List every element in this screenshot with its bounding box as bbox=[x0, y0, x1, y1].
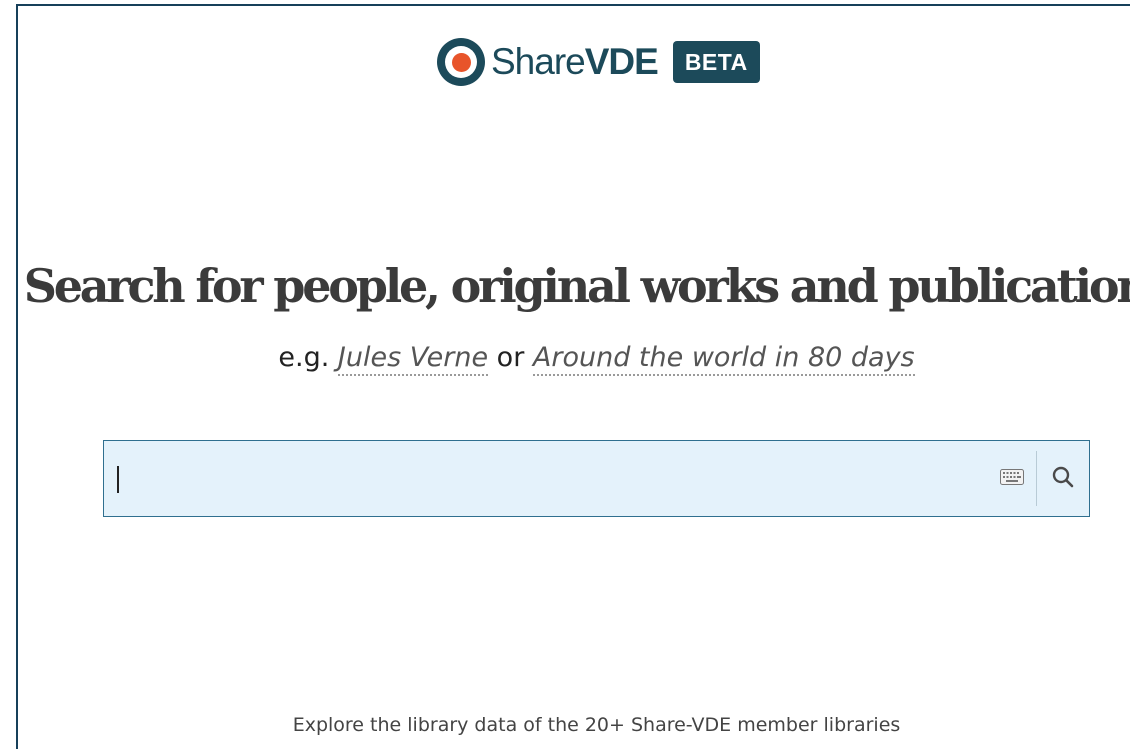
brand-wordmark: ShareVDE bbox=[491, 38, 659, 86]
brand-logo[interactable]: ShareVDE BETA bbox=[437, 38, 760, 86]
brand-wordmark-part1: Share bbox=[491, 41, 586, 82]
keyboard-icon bbox=[1000, 469, 1024, 489]
beta-badge: BETA bbox=[672, 41, 760, 83]
search-icon bbox=[1051, 465, 1075, 493]
example-link-jules-verne[interactable]: Jules Verne bbox=[337, 342, 489, 376]
footer-description: Explore the library data of the 20+ Shar… bbox=[292, 714, 901, 736]
example-joiner: or bbox=[496, 342, 525, 373]
search-bar bbox=[103, 440, 1090, 517]
search-input[interactable] bbox=[116, 441, 986, 516]
text-cursor bbox=[117, 466, 119, 493]
brand-wordmark-part2: VDE bbox=[584, 41, 659, 82]
search-divider bbox=[1036, 451, 1037, 506]
page-title: Search for people, original works and pu… bbox=[23, 259, 1130, 313]
example-link-around-the-world[interactable]: Around the world in 80 days bbox=[532, 342, 915, 376]
search-button[interactable] bbox=[1043, 459, 1083, 499]
target-logo-icon bbox=[437, 38, 485, 86]
search-examples: e.g. Jules Verne or Around the world in … bbox=[0, 338, 1130, 378]
example-prefix: e.g. bbox=[278, 342, 330, 373]
virtual-keyboard-button[interactable] bbox=[997, 465, 1027, 493]
